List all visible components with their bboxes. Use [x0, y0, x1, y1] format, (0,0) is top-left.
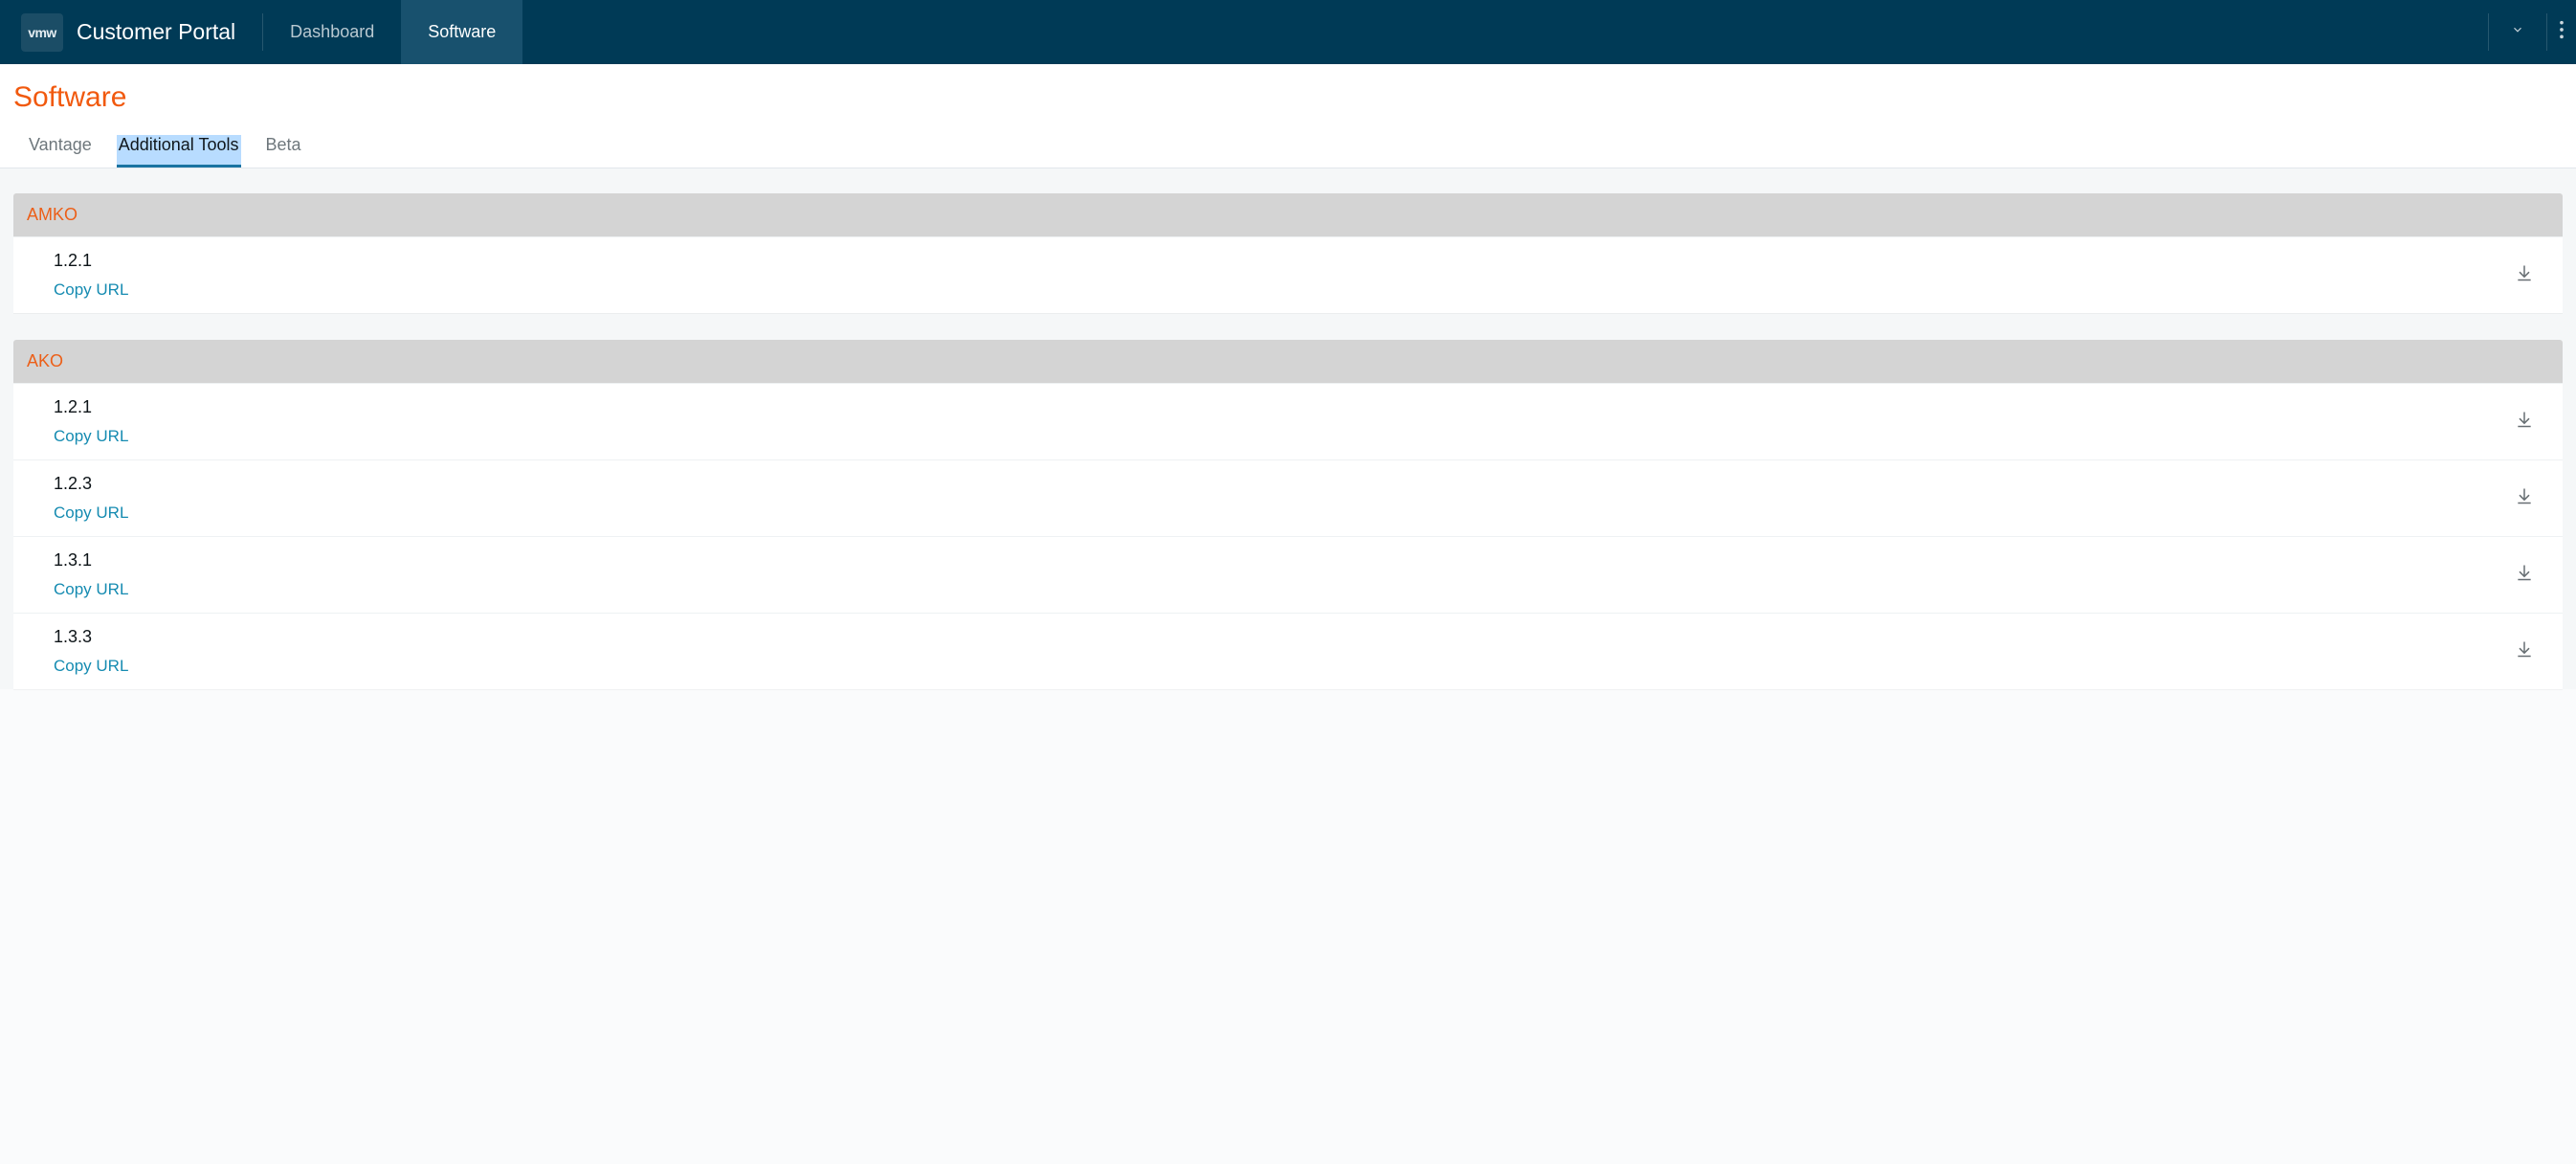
version-label: 1.3.1 — [54, 550, 2509, 571]
download-button[interactable] — [2509, 407, 2540, 437]
group-amko: AMKO 1.2.1 Copy URL — [13, 193, 2563, 313]
nav-right — [2488, 0, 2576, 64]
version-row-main: 1.3.1 Copy URL — [54, 550, 2509, 599]
page: Software Vantage Additional Tools Beta A… — [0, 64, 2576, 689]
version-row-main: 1.3.3 Copy URL — [54, 627, 2509, 676]
tab-beta[interactable]: Beta — [264, 135, 303, 168]
version-row-main: 1.2.1 Copy URL — [54, 251, 2509, 300]
download-icon — [2515, 486, 2534, 510]
top-nav: vmw Customer Portal Dashboard Software — [0, 0, 2576, 64]
copy-url-link[interactable]: Copy URL — [54, 657, 128, 676]
download-button[interactable] — [2509, 560, 2540, 591]
more-vertical-icon — [2559, 19, 2565, 45]
version-row: 1.2.1 Copy URL — [13, 383, 2563, 459]
download-icon — [2515, 263, 2534, 287]
download-icon — [2515, 410, 2534, 434]
copy-url-link[interactable]: Copy URL — [54, 580, 128, 599]
page-title: Software — [0, 64, 2576, 122]
brand: vmw Customer Portal — [0, 0, 262, 64]
more-menu-button[interactable] — [2547, 0, 2576, 64]
brand-logo-text: vmw — [28, 25, 56, 40]
version-label: 1.2.1 — [54, 251, 2509, 271]
group-ako: AKO 1.2.1 Copy URL 1.2.3 Copy URL — [13, 340, 2563, 689]
version-row: 1.3.3 Copy URL — [13, 613, 2563, 689]
brand-title: Customer Portal — [77, 19, 235, 45]
tabs: Vantage Additional Tools Beta — [0, 122, 2576, 168]
content: AMKO 1.2.1 Copy URL AKO 1.2.1 Copy — [0, 168, 2576, 689]
version-row: 1.2.3 Copy URL — [13, 459, 2563, 536]
version-label: 1.3.3 — [54, 627, 2509, 647]
nav-spacer — [522, 0, 2488, 64]
version-row: 1.3.1 Copy URL — [13, 536, 2563, 613]
tab-additional-tools[interactable]: Additional Tools — [117, 135, 241, 168]
copy-url-link[interactable]: Copy URL — [54, 427, 128, 446]
copy-url-link[interactable]: Copy URL — [54, 280, 128, 300]
download-icon — [2515, 563, 2534, 587]
nav-item-software[interactable]: Software — [401, 0, 522, 64]
version-label: 1.2.1 — [54, 397, 2509, 417]
nav-item-label: Dashboard — [290, 22, 374, 42]
nav-item-dashboard[interactable]: Dashboard — [263, 0, 401, 64]
version-row-main: 1.2.1 Copy URL — [54, 397, 2509, 446]
download-button[interactable] — [2509, 483, 2540, 514]
version-label: 1.2.3 — [54, 474, 2509, 494]
brand-logo: vmw — [21, 13, 63, 52]
group-header: AKO — [13, 340, 2563, 383]
tab-label: Vantage — [29, 135, 92, 154]
version-row-main: 1.2.3 Copy URL — [54, 474, 2509, 523]
download-icon — [2515, 639, 2534, 663]
group-header: AMKO — [13, 193, 2563, 236]
tab-label: Beta — [266, 135, 301, 154]
copy-url-link[interactable]: Copy URL — [54, 504, 128, 523]
account-menu-button[interactable] — [2489, 0, 2546, 64]
tab-label: Additional Tools — [119, 135, 239, 154]
download-button[interactable] — [2509, 260, 2540, 291]
nav-item-label: Software — [428, 22, 496, 42]
chevron-down-icon — [2511, 23, 2524, 41]
version-row: 1.2.1 Copy URL — [13, 236, 2563, 313]
tab-vantage[interactable]: Vantage — [27, 135, 94, 168]
download-button[interactable] — [2509, 637, 2540, 667]
